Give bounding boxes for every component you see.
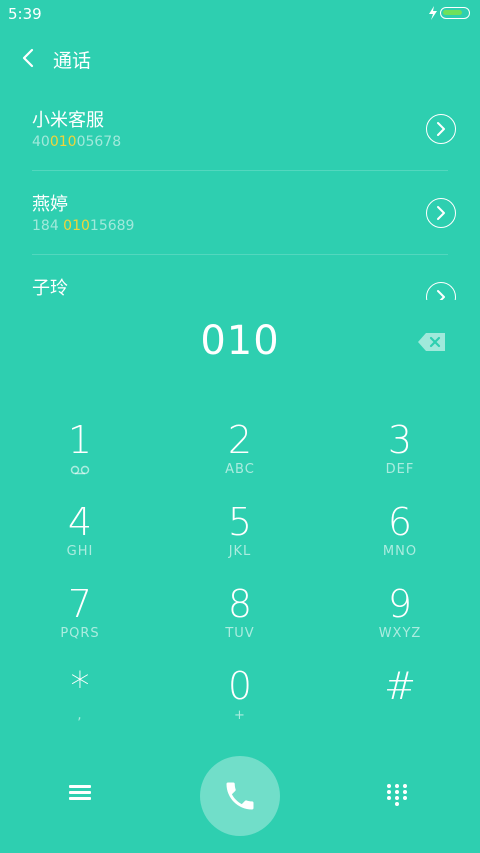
page-title: 通话 — [53, 50, 92, 72]
status-time: 5:39 — [8, 5, 42, 23]
dialpad-icon[interactable] — [387, 784, 411, 810]
key-7[interactable]: 7 PQRS — [0, 584, 160, 666]
contact-name: 子玲 — [32, 278, 68, 299]
contact-number: 4001005678 — [32, 134, 122, 150]
divider — [32, 254, 448, 255]
battery-icon — [440, 7, 470, 19]
key-5[interactable]: 5 JKL — [160, 502, 320, 584]
divider — [32, 170, 448, 171]
voicemail-icon — [70, 465, 90, 475]
contact-number: 184 01015689 — [32, 218, 135, 234]
key-9[interactable]: 9 WXYZ — [320, 584, 480, 666]
key-6[interactable]: 6 MNO — [320, 502, 480, 584]
charging-icon — [429, 6, 437, 20]
backspace-icon[interactable] — [417, 331, 447, 353]
phone-icon — [226, 782, 254, 810]
list-item[interactable]: 子玲 — [0, 256, 480, 300]
list-item[interactable]: 小米客服 4001005678 — [0, 88, 480, 172]
key-2[interactable]: 2 ABC — [160, 420, 320, 502]
chevron-right-icon[interactable] — [426, 114, 456, 144]
key-8[interactable]: 8 TUV — [160, 584, 320, 666]
status-bar: 5:39 — [0, 0, 480, 28]
call-button[interactable] — [200, 756, 280, 836]
list-item[interactable]: 燕婷 184 01015689 — [0, 172, 480, 256]
chevron-right-icon[interactable] — [426, 198, 456, 228]
back-arrow-icon[interactable] — [18, 44, 42, 72]
contact-name: 燕婷 — [32, 194, 68, 215]
chevron-right-icon[interactable] — [426, 282, 456, 300]
search-results-list: 小米客服 4001005678 燕婷 184 01015689 子玲 — [0, 88, 480, 300]
header: 通话 — [0, 36, 480, 80]
key-1[interactable]: 1 — [0, 420, 160, 502]
key-0[interactable]: 0 + — [160, 666, 320, 748]
menu-icon[interactable] — [66, 782, 94, 808]
dialed-number: 010 — [200, 318, 280, 364]
contact-name: 小米客服 — [32, 110, 104, 131]
bottom-action-bar — [0, 756, 480, 836]
key-3[interactable]: 3 DEF — [320, 420, 480, 502]
key-star[interactable]: * , — [0, 666, 160, 748]
key-hash[interactable]: # — [320, 666, 480, 748]
key-4[interactable]: 4 GHI — [0, 502, 160, 584]
